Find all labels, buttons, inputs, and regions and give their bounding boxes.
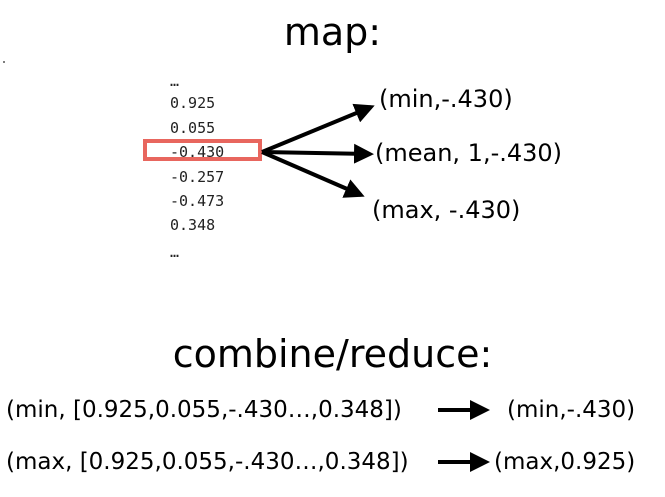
- stray-dot: [3, 61, 5, 63]
- arrow-to-max: [261, 150, 365, 198]
- arrow-to-min: [261, 103, 375, 154]
- diagram-graphics: [3, 61, 490, 472]
- highlight-box: [143, 139, 262, 161]
- arrow-to-mean: [261, 143, 374, 164]
